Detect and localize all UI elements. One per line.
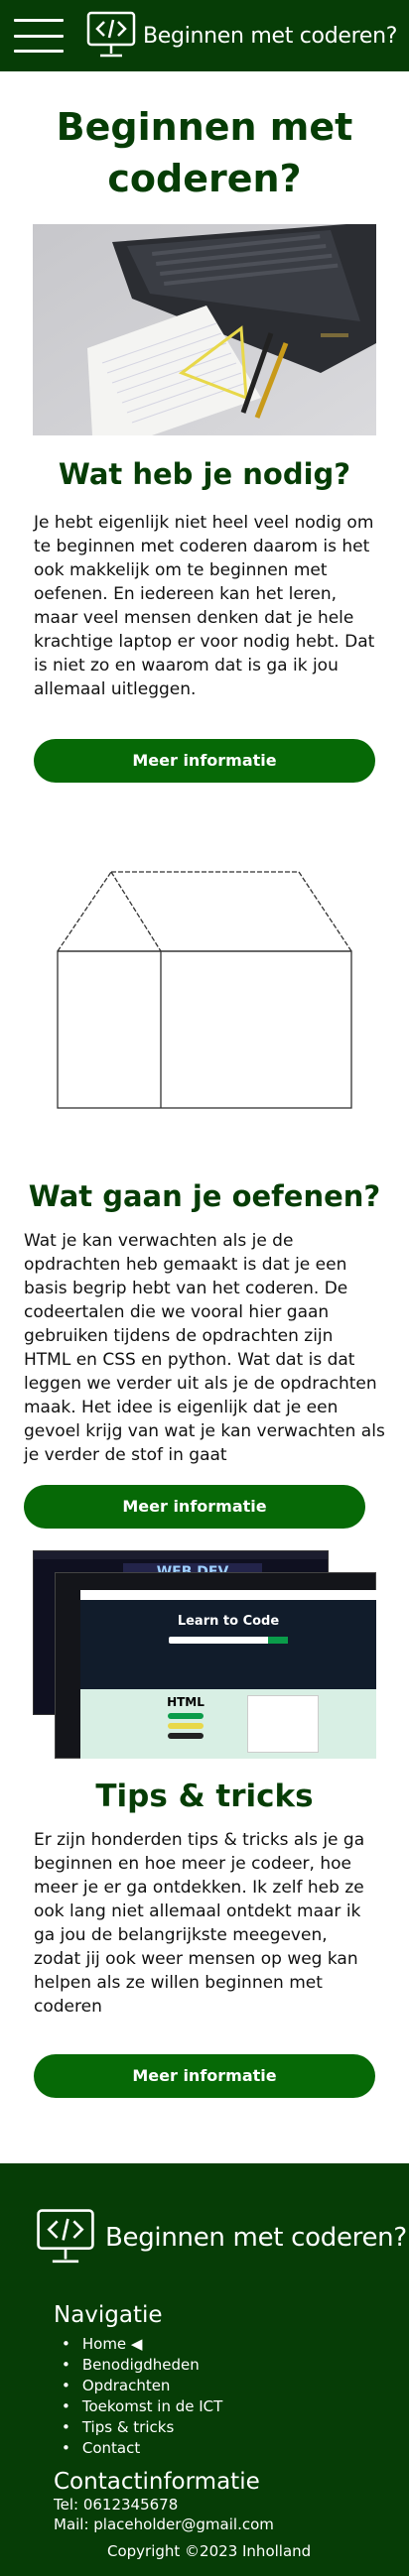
learn-to-code-screenshot: Learn to Code HTML [80, 1590, 376, 1759]
more-info-button[interactable]: Meer informatie [34, 739, 375, 783]
section-tips: Tips & tricks Er zijn honderden tips & t… [0, 1779, 409, 2019]
top-navbar: Beginnen met coderen? [0, 0, 409, 71]
code-monitor-icon [86, 11, 136, 58]
coding-websites-collage: WEB DEV Learn to Code HTML [33, 1550, 376, 1759]
section-title: Tips & tricks [95, 1779, 314, 1814]
page-title: Beginnen met coderen? [56, 105, 353, 200]
section-text: Je hebt eigenlijk niet heel veel nodig o… [34, 513, 375, 699]
footer-email[interactable]: Mail: placeholder@gmail.com [54, 2515, 409, 2534]
footer-nav-opdrachten[interactable]: Opdrachten [62, 2376, 409, 2396]
section-title: Wat heb je nodig? [58, 457, 351, 491]
section-title: Wat gaan je oefenen? [28, 1179, 381, 1213]
house-outline-drawing [57, 871, 352, 1109]
footer-phone: Tel: 0612345678 [54, 2496, 179, 2514]
more-info-button[interactable]: Meer informatie [24, 1485, 365, 1529]
brand-link[interactable]: Beginnen met coderen? [85, 10, 397, 61]
laptop-with-notebook-photo [33, 224, 376, 435]
footer-title: Beginnen met coderen? [105, 2223, 407, 2253]
section-text: Er zijn honderden tips & tricks als je g… [34, 1830, 365, 2017]
footer-nav-heading: Navigatie [54, 2302, 163, 2328]
html-label: HTML [167, 1695, 204, 1709]
site-title: Beginnen met coderen? [143, 23, 398, 49]
section-requirements: Wat heb je nodig? Je hebt eigenlijk niet… [0, 457, 409, 701]
more-info-button[interactable]: Meer informatie [34, 2054, 375, 2098]
footer-contact-heading: Contactinformatie [54, 2469, 260, 2495]
code-monitor-icon [37, 2209, 94, 2264]
footer: Beginnen met coderen? Navigatie Home ◀ B… [0, 2163, 409, 2576]
footer-brand: Beginnen met coderen? [34, 2207, 409, 2269]
section-practice: Wat gaan je oefenen? Wat je kan verwacht… [0, 1179, 409, 1467]
learn-title: Learn to Code [177, 1614, 280, 1629]
footer-nav-toekomst[interactable]: Toekomst in de ICT [62, 2396, 409, 2417]
footer-nav-list: Home ◀ Benodigdheden Opdrachten Toekomst… [62, 2334, 409, 2459]
footer-nav-contact[interactable]: Contact [62, 2438, 409, 2459]
footer-nav-benodigdheden[interactable]: Benodigdheden [62, 2355, 409, 2376]
section-text: Wat je kan verwachten als je de opdracht… [24, 1231, 385, 1465]
hamburger-menu-icon[interactable] [14, 19, 64, 53]
footer-nav-home[interactable]: Home ◀ [62, 2334, 409, 2355]
footer-nav-tips[interactable]: Tips & tricks [62, 2417, 409, 2438]
footer-copyright: Copyright ©2023 Inholland [107, 2542, 312, 2560]
